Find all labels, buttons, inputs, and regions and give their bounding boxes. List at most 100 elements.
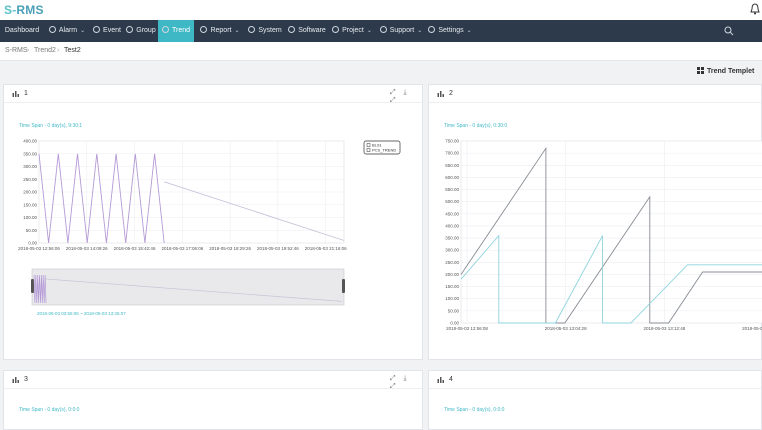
software-icon xyxy=(288,26,296,33)
x-tick-label: 2018-05-03 13:21:08 xyxy=(742,326,762,331)
x-tick-label: 2018-05-03 15:42:46 xyxy=(114,246,156,251)
grid-icon xyxy=(697,67,704,74)
y-tick-label: 150.00 xyxy=(445,284,459,289)
nav-item-group[interactable]: Group xyxy=(126,20,156,42)
nav-item-project[interactable]: Project ⌄ xyxy=(330,20,374,42)
nav-item-event[interactable]: Event xyxy=(90,20,124,42)
y-tick-label: 0.00 xyxy=(450,321,459,326)
chevron-down-icon: ⌄ xyxy=(417,28,423,34)
y-tick-label: 750.00 xyxy=(445,139,459,144)
bar-chart-icon xyxy=(437,377,444,383)
breadcrumb-item-test2: Test2 xyxy=(64,47,81,54)
chevron-down-icon: ⌄ xyxy=(466,28,472,34)
nav-item-support[interactable]: Support ⌄ xyxy=(376,20,426,42)
chevron-down-icon: ⌄ xyxy=(80,28,86,34)
breadcrumb-item-trend2[interactable]: Trend2 xyxy=(34,42,56,60)
navigator-range xyxy=(31,268,345,306)
trend-chart-2[interactable]: 0.00 50.00 100.00 150.00 200.00 250.00 300.00 3… xyxy=(429,131,762,361)
breadcrumb-separator: › xyxy=(27,47,30,54)
y-tick-label: 50.00 xyxy=(26,228,38,233)
plot-area xyxy=(460,140,762,324)
panel-title: 4 xyxy=(449,376,453,383)
nav-item-report[interactable]: Report ⌄ xyxy=(196,20,244,42)
y-tick-label: 350.00 xyxy=(23,151,37,156)
bar-chart-icon xyxy=(12,91,19,97)
panel-title: 2 xyxy=(449,90,453,97)
nav-item-trend[interactable]: Trend xyxy=(158,20,194,42)
y-tick-label: 0.00 xyxy=(28,241,37,246)
panel-header-divider xyxy=(429,388,761,389)
nav-item-label: Trend xyxy=(171,27,191,34)
y-tick-label: 100.00 xyxy=(23,215,37,220)
trend-panel-4: 4 Time Span - 0 day(s), 0:0:0 xyxy=(428,370,762,430)
x-tick-label: 2018-05-03 13:12:48 xyxy=(643,326,685,331)
nav-item-label: Settings xyxy=(438,27,464,34)
nav-item-label: Report xyxy=(210,27,232,34)
y-tick-label: 650.00 xyxy=(445,163,459,168)
x-tick-label: 2018-05-03 14:09:26 xyxy=(66,246,108,251)
x-tick-label: 2018-05-03 12:56:08 xyxy=(446,326,488,331)
trend-panel-1: 1 ⤢ ⤓ ⤢ Time Span - 0 day(s), 9:30:1 0.0… xyxy=(3,84,423,360)
y-tick-label: 700.00 xyxy=(445,151,459,156)
chevron-down-icon: ⌄ xyxy=(234,28,240,34)
nav-item-settings[interactable]: Settings ⌄ xyxy=(428,20,472,42)
navigator-handle-right xyxy=(342,279,345,293)
chevron-down-icon: ⌄ xyxy=(366,28,372,34)
group-icon xyxy=(126,26,134,33)
bell-icon[interactable] xyxy=(750,3,760,15)
navigator-range-text: 2018-05-03 03:55:06 ~ 2018-05-03 13:26:0… xyxy=(37,311,126,316)
y-tick-label: 400.00 xyxy=(445,223,459,228)
y-tick-label: 300.00 xyxy=(23,164,37,169)
y-tick-label: 150.00 xyxy=(23,202,37,207)
alarm-icon xyxy=(48,26,56,33)
breadcrumb: S-RMS › Trend2 › Test2 xyxy=(0,42,762,61)
time-span-text: Time Span - 0 day(s), 0:0:0 xyxy=(444,407,505,413)
panel-header-divider xyxy=(429,102,761,103)
y-tick-label: 200.00 xyxy=(445,272,459,277)
navigator-handle-left xyxy=(31,279,34,293)
y-tick-label: 350.00 xyxy=(445,236,459,241)
nav-item-software[interactable]: Software xyxy=(286,20,328,42)
panel-title: 1 xyxy=(24,90,28,97)
x-tick-label: 2018-05-03 18:29:26 xyxy=(209,246,251,251)
time-span-text: Time Span - 0 day(s), 0:30:0 xyxy=(444,123,508,129)
breadcrumb-item-srms[interactable]: S-RMS xyxy=(5,42,28,60)
settings-icon xyxy=(428,26,436,33)
panel-header-divider xyxy=(4,388,422,389)
y-tick-label: 250.00 xyxy=(23,177,37,182)
nav-item-alarm[interactable]: Alarm ⌄ xyxy=(46,20,88,42)
trend-panel-2: 2 Time Span - 0 day(s), 0:30:0 0.00 50.00… xyxy=(428,84,762,360)
y-tick-label: 50.00 xyxy=(448,308,460,313)
system-icon xyxy=(248,26,256,33)
bar-chart-icon xyxy=(437,91,444,97)
search-icon[interactable] xyxy=(724,26,734,36)
y-tick-label: 500.00 xyxy=(445,199,459,204)
trend-templet-button[interactable]: Trend Templet xyxy=(697,67,754,75)
trend-panel-3: 3 ⤢ ⤓ ⤢ Time Span - 0 day(s), 0:0:0 xyxy=(3,370,423,430)
panel-title: 3 xyxy=(24,376,28,383)
nav-item-label: Software xyxy=(298,27,326,34)
nav-item-label: Group xyxy=(136,27,156,34)
nav-item-label: Project xyxy=(342,27,364,34)
bar-chart-icon xyxy=(12,377,19,383)
x-tick-label: 2018-05-03 19:52:46 xyxy=(257,246,299,251)
event-icon xyxy=(93,26,101,33)
app-logo[interactable]: S-RMS xyxy=(4,3,44,17)
nav-item-dashboard[interactable]: Dashboard xyxy=(0,20,44,42)
y-tick-label: 450.00 xyxy=(445,211,459,216)
support-icon xyxy=(379,26,387,33)
time-span-text: Time Span - 0 day(s), 0:0:0 xyxy=(19,407,80,413)
nav-item-label: Alarm xyxy=(58,27,78,34)
nav-item-label: System xyxy=(258,27,282,34)
legend-label: PCS_TREND xyxy=(372,147,396,152)
y-tick-label: 600.00 xyxy=(445,175,459,180)
main-navbar: Dashboard Alarm ⌄ Event Group Trend Report ⌄ Sys… xyxy=(0,20,762,42)
breadcrumb-separator: › xyxy=(57,47,60,54)
x-tick-label: 2018-05-03 17:06:06 xyxy=(161,246,203,251)
trend-chart-1[interactable]: 0.00 50.00 100.00 150.00 200.00 250.00 300.00 3… xyxy=(4,131,422,361)
y-tick-label: 400.00 xyxy=(23,139,37,144)
nav-item-system[interactable]: System xyxy=(246,20,284,42)
nav-item-label: Support xyxy=(389,27,415,34)
nav-item-label: Event xyxy=(103,27,121,34)
x-tick-label: 2018-05-03 21:16:06 xyxy=(305,246,347,251)
